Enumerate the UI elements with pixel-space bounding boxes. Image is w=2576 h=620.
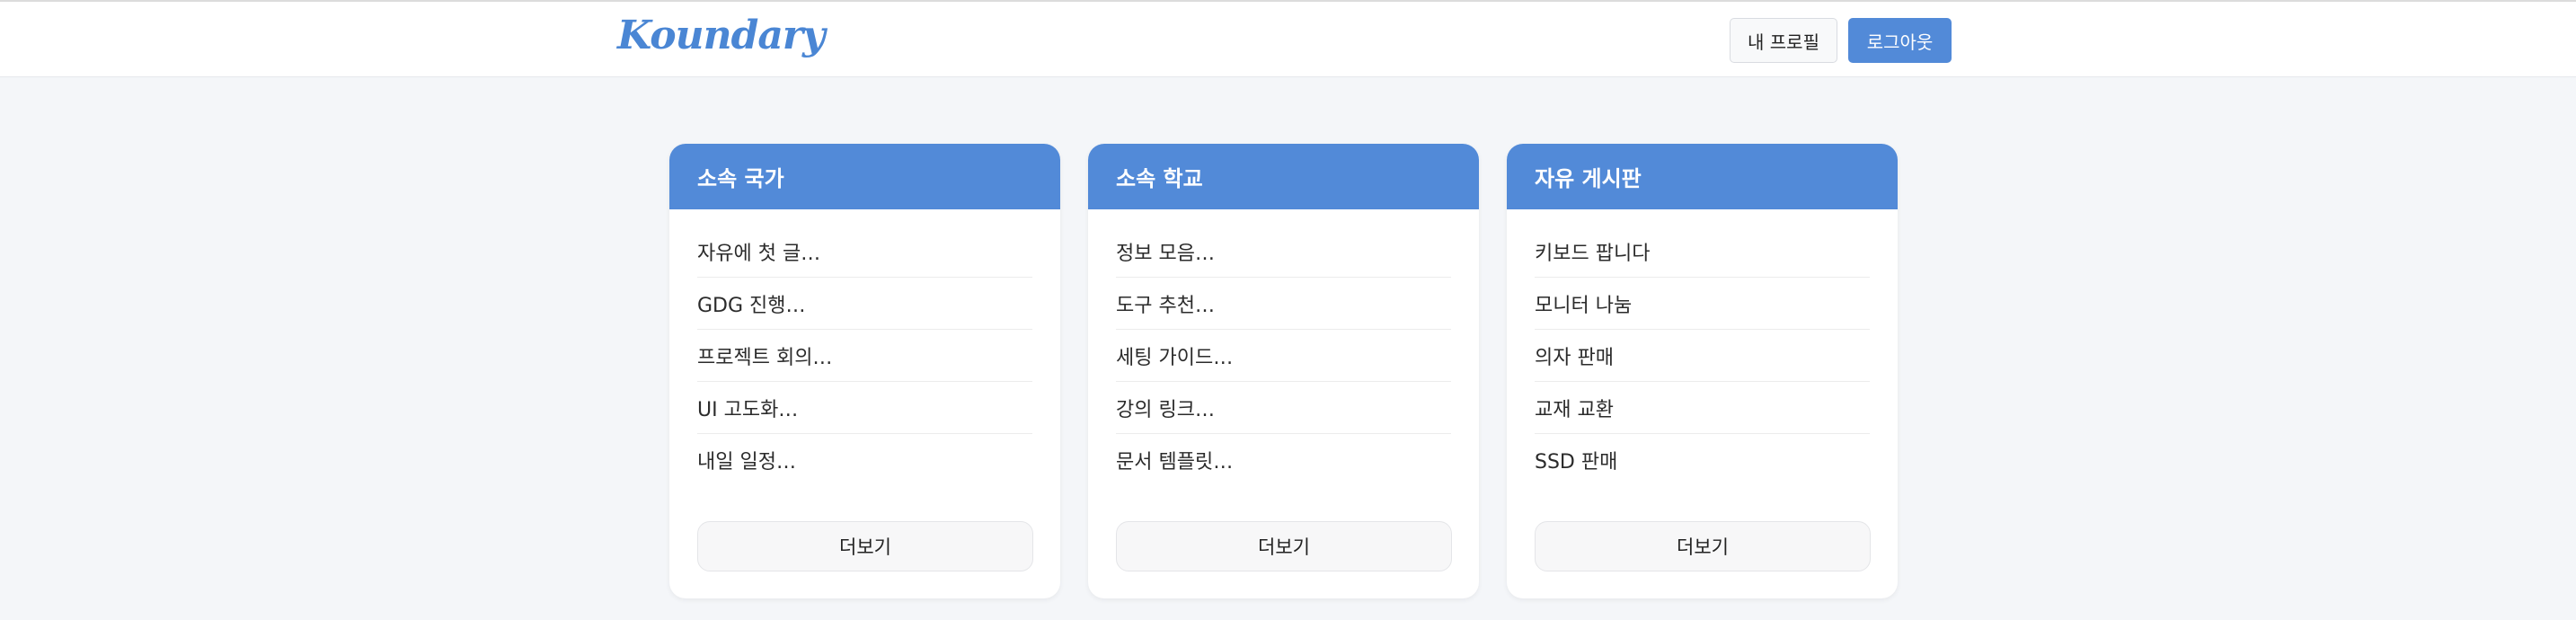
post-item[interactable]: SSD 판매 (1535, 434, 1870, 486)
post-item[interactable]: 자유에 첫 글… (697, 226, 1032, 278)
card-title: 소속 국가 (669, 144, 1060, 209)
app-logo[interactable]: Koundary (617, 13, 826, 58)
post-list: 정보 모음… 도구 추천… 세팅 가이드… 강의 링크… 문서 템플릿… (1088, 226, 1479, 486)
post-item[interactable]: 문서 템플릿… (1116, 434, 1451, 486)
post-item[interactable]: 내일 일정… (697, 434, 1032, 486)
more-button[interactable]: 더보기 (1535, 521, 1871, 571)
post-list: 키보드 팝니다 모니터 나눔 의자 판매 교재 교환 SSD 판매 (1507, 226, 1898, 486)
more-button[interactable]: 더보기 (697, 521, 1033, 571)
post-item[interactable]: 세팅 가이드… (1116, 330, 1451, 382)
logout-button[interactable]: 로그아웃 (1848, 18, 1952, 63)
post-item[interactable]: GDG 진행… (697, 278, 1032, 330)
more-button[interactable]: 더보기 (1116, 521, 1452, 571)
card-title: 자유 게시판 (1507, 144, 1898, 209)
post-list: 자유에 첫 글… GDG 진행… 프로젝트 회의… UI 고도화… 내일 일정… (669, 226, 1060, 486)
post-item[interactable]: 강의 링크… (1116, 382, 1451, 434)
board-card-free: 자유 게시판 키보드 팝니다 모니터 나눔 의자 판매 교재 교환 SSD 판매… (1507, 144, 1898, 598)
post-item[interactable]: 도구 추천… (1116, 278, 1451, 330)
post-item[interactable]: 키보드 팝니다 (1535, 226, 1870, 278)
board-card-school: 소속 학교 정보 모음… 도구 추천… 세팅 가이드… 강의 링크… 문서 템플… (1088, 144, 1479, 598)
post-item[interactable]: UI 고도화… (697, 382, 1032, 434)
post-item[interactable]: 정보 모음… (1116, 226, 1451, 278)
my-profile-button[interactable]: 내 프로필 (1730, 18, 1837, 63)
post-item[interactable]: 프로젝트 회의… (697, 330, 1032, 382)
post-item[interactable]: 모니터 나눔 (1535, 278, 1870, 330)
post-item[interactable]: 의자 판매 (1535, 330, 1870, 382)
top-header: Koundary 내 프로필 로그아웃 (0, 0, 2576, 77)
post-item[interactable]: 교재 교환 (1535, 382, 1870, 434)
board-card-country: 소속 국가 자유에 첫 글… GDG 진행… 프로젝트 회의… UI 고도화… … (669, 144, 1060, 598)
card-title: 소속 학교 (1088, 144, 1479, 209)
